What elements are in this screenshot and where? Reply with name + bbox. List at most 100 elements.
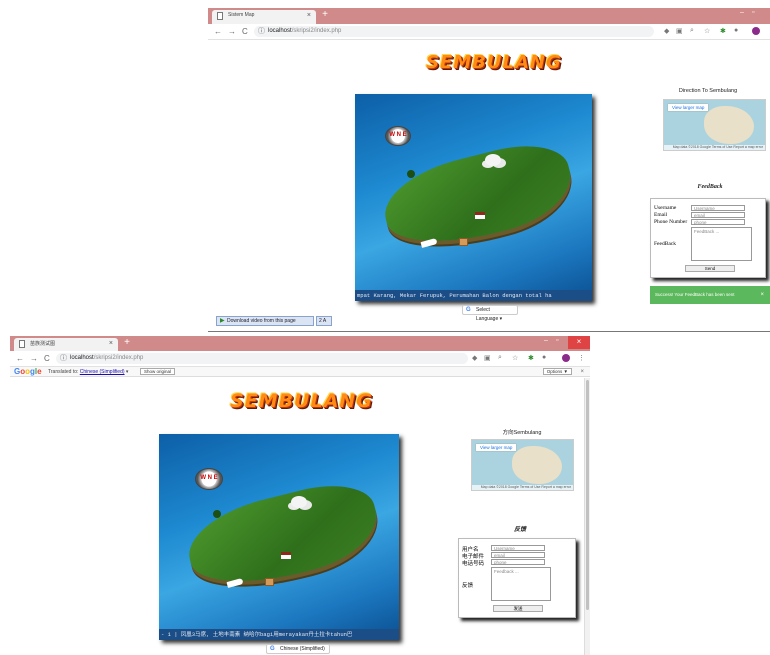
compass-icon: W N E [195,468,223,490]
download-video-label: Download video from this page [227,318,296,324]
browser-window-top: Sistem Map × + – ▫ ← → C ⓘ localhost/skr… [208,8,770,328]
menu-icon[interactable]: ⋮ [578,354,585,362]
island-map-image: W N E mpat Karang, Mekar Ferupuk, Peruma… [355,94,592,301]
forward-arrow-icon[interactable]: → [228,27,236,36]
house [475,212,485,219]
google-logo: Google [14,367,42,376]
feedback-textarea[interactable]: FeedBack ... [691,227,752,261]
avatar[interactable] [752,27,760,35]
email-input[interactable]: email [691,212,745,218]
browser-window-bottom: 苗族测试图 × + – ▫ × ← → C ⓘ localhost/skrips… [10,336,590,655]
extension-icon[interactable]: ◆ [664,27,669,35]
minimize-button[interactable]: – [740,9,744,16]
tree [213,510,221,518]
tab-title: 苗族测试图 [30,341,56,347]
google-minimap[interactable]: View larger map Map data ©2018 Google Te… [471,439,574,491]
map-attribution: Map data ©2018 Google Terms of Use Repor… [664,145,765,150]
divider [208,331,770,332]
info-icon: ⓘ [60,355,67,362]
url-field[interactable]: ⓘ localhost/skripsi2/index.php [56,353,468,364]
map-heading: 方向Sembulang [502,430,542,436]
translate-icon[interactable]: ▣ [676,27,683,35]
site-logo: SEMBULANG [230,390,373,412]
address-bar-row: ← → C ⓘ localhost/skripsi2/index.php ◆ ▣… [208,24,770,40]
url-field[interactable]: ⓘ localhost/skripsi2/index.php [254,26,654,37]
info-icon: ⓘ [258,28,265,35]
marquee-text: - 1 | 凤凰3马席, 土地丰南素 纳哈尔bagi用merayakan丹土拉卡… [159,629,399,640]
new-tab-button[interactable]: + [122,338,132,348]
reload-icon[interactable]: C [242,27,248,36]
extension-icon[interactable]: ✱ [528,354,534,362]
translate-icon[interactable]: ▣ [484,354,491,362]
island-map-image: W N E - 1 | 凤凰3马席, 土地丰南素 纳哈尔bagi用merayak… [159,434,399,640]
feedback-title: FeedBack [697,184,723,190]
avatar[interactable] [562,354,570,362]
feedback-form: 用户名 Username 电子邮件 email 电话号码 phone Feedb… [458,538,576,618]
url-path: /skripsi2/index.php [291,28,342,34]
translated-to-label: Translated to: [48,369,79,375]
download-extra[interactable]: 2 A [316,316,332,326]
close-icon[interactable]: × [760,286,764,304]
close-tab-icon[interactable]: × [307,12,311,19]
forward-arrow-icon[interactable]: → [30,354,38,363]
extension-icon[interactable]: ● [542,354,546,361]
success-toast: Success! Your FeedBack has been sent × [650,286,770,304]
username-input[interactable]: Username [691,205,745,211]
show-original-button[interactable]: Show original [140,368,176,375]
browser-tab[interactable]: 苗族测试图 × [14,338,118,352]
options-button[interactable]: Options ▼ [542,368,572,375]
crate [459,238,468,246]
play-icon: ▶ [220,318,225,324]
tab-strip: Sistem Map × + – ▫ [208,8,770,24]
restore-button[interactable]: ▫ [752,9,754,16]
extension-icon[interactable]: ◆ [472,354,477,362]
zoom-icon[interactable]: ⌕ [498,354,502,362]
target-language-link[interactable]: Chinese (Simplified) [80,369,125,375]
new-tab-button[interactable]: + [320,10,330,20]
download-video-bar[interactable]: ▶ Download video from this page [216,316,314,326]
reload-icon[interactable]: C [44,354,50,363]
toast-message: Success! Your FeedBack has been sent [655,292,735,297]
marquee-text: mpat Karang, Mekar Ferupuk, Perumahan Ba… [355,290,592,301]
star-icon[interactable]: ☆ [704,27,710,35]
url-path: /skripsi2/index.php [93,355,144,361]
restore-button[interactable]: ▫ [556,337,558,344]
scrollbar-thumb[interactable] [586,380,589,610]
back-arrow-icon[interactable]: ← [214,27,222,36]
language-selector[interactable]: G Chinese (Simplified) ▾ [266,644,330,654]
browser-tab[interactable]: Sistem Map × [212,10,316,24]
back-arrow-icon[interactable]: ← [16,354,24,363]
close-icon[interactable]: × [580,367,584,377]
view-larger-map-link[interactable]: View larger map [668,104,709,111]
star-icon[interactable]: ☆ [512,354,518,362]
email-input[interactable]: email [491,552,545,558]
phone-input[interactable]: phone [691,219,745,225]
page-content: SEMBULANG W N E mpat Karang, Mekar Ferup… [208,40,770,328]
extension-icon[interactable]: ✱ [720,27,726,35]
username-input[interactable]: Username [491,545,545,551]
language-selector[interactable]: G Select Language ▾ [462,305,518,322]
google-g-icon: G [270,646,275,652]
vertical-scrollbar[interactable] [584,378,590,655]
google-translate-bar: Google Translated to: Chinese (Simplifie… [10,367,590,377]
zoom-icon[interactable]: ⌕ [690,27,694,35]
feedback-title: 反馈 [513,527,526,533]
view-larger-map-link[interactable]: View larger map [476,444,517,451]
feedback-textarea[interactable]: Feedback ... [491,567,551,601]
page-content: SEMBULANG W N E - 1 | 凤凰3马席, 土地丰南素 纳哈尔ba… [10,378,590,655]
send-button[interactable]: 发送 [493,605,543,612]
feedback-label: FeedBack [654,241,676,247]
close-tab-icon[interactable]: × [109,340,113,347]
site-logo: SEMBULANG [426,52,562,73]
house [281,552,291,559]
google-minimap[interactable]: View larger map Map data ©2018 Google Te… [663,99,766,151]
tree [407,170,415,178]
phone-input[interactable]: phone [491,559,545,565]
map-attribution: Map data ©2018 Google Terms of Use Repor… [472,485,573,490]
extension-icon[interactable]: ● [734,27,738,34]
cloud [291,496,307,508]
send-button[interactable]: Send [685,265,735,272]
minimize-button[interactable]: – [544,337,548,344]
close-window-button[interactable]: × [568,336,590,349]
phone-label: Phone Number [654,219,688,225]
